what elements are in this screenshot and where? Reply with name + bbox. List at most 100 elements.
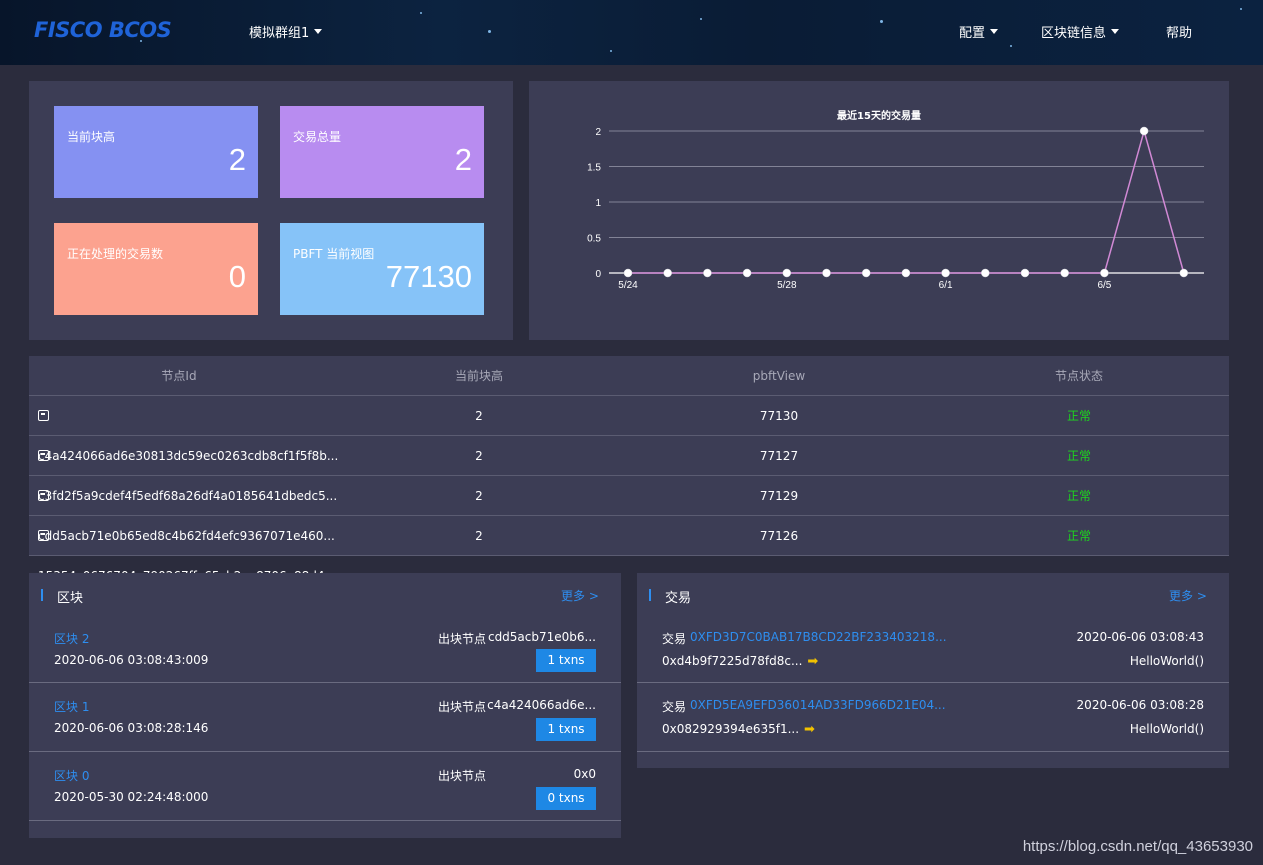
block-txns-badge[interactable]: 1 txns (536, 718, 596, 741)
block-list-item: 区块 2 2020-06-06 03:08:43:009 出块节点 cdd5ac… (29, 616, 621, 683)
data-point (941, 268, 950, 278)
stat-value: 2 (454, 142, 472, 177)
data-point (981, 268, 990, 278)
stat-value: 0 (228, 259, 246, 294)
tx-hash-link[interactable]: 0XFD5EA9EFD36014AD33FD966D21E04... (690, 698, 946, 712)
block-link[interactable]: 区块 0 (54, 767, 89, 784)
tx-method: HelloWorld() (1129, 722, 1204, 736)
group-selector-dropdown[interactable]: 模拟群组1 (249, 22, 323, 41)
transaction-list-item: 交易 0XFD5EA9EFD36014AD33FD966D21E04... 0x… (637, 684, 1229, 752)
stat-value: 2 (228, 142, 246, 177)
pbft-view-cell: 77130 (759, 409, 799, 423)
caret-down-icon (314, 29, 323, 34)
caret-down-icon (1111, 29, 1120, 34)
tx-time: 2020-06-06 03:08:28 (1076, 698, 1204, 712)
tx-from-row: 0xd4b9f7225d78fd8c... ➡ (662, 654, 818, 669)
block-txns-badge[interactable]: 1 txns (536, 649, 596, 672)
transactions-more-link[interactable]: 更多 > (1169, 587, 1207, 604)
y-tick-label: 1 (595, 198, 601, 209)
blocks-panel: 区块 更多 > 区块 2 2020-06-06 03:08:43:009 出块节… (29, 573, 621, 838)
node-icon (38, 490, 49, 501)
tx-method: HelloWorld() (1129, 654, 1204, 668)
block-time: 2020-05-30 02:24:48:000 (54, 790, 209, 804)
x-tick-label: 5/24 (618, 280, 638, 291)
nav-help-link[interactable]: 帮助 (1166, 22, 1192, 41)
y-tick-label: 0 (595, 269, 601, 280)
stat-card-block-height: 当前块高 2 (54, 106, 258, 198)
tx-hash-link[interactable]: 0XFD3D7C0BAB17B8CD22BF233403218... (690, 630, 947, 644)
tx-from-address: 0xd4b9f7225d78fd8c... (662, 654, 803, 668)
node-id-cell: cdd5acb71e0b65ed8c4b62fd4efc9367071e460.… (29, 476, 335, 543)
block-list-item: 区块 1 2020-06-06 03:08:28:146 出块节点 c4a424… (29, 684, 621, 752)
fisco-bcos-logo[interactable]: FISCO BCOS (34, 18, 172, 42)
data-point (1100, 268, 1109, 278)
nav-config-menu[interactable]: 配置 (959, 22, 999, 41)
data-point (861, 268, 871, 278)
nav-config-label: 配置 (959, 26, 986, 41)
block-producer-value: c4a424066ad6e... (487, 698, 596, 712)
y-tick-label: 2 (595, 127, 601, 138)
node-icon (38, 410, 49, 421)
nav-help-label: 帮助 (1166, 26, 1193, 41)
block-time: 2020-06-06 03:08:28:146 (54, 721, 209, 735)
tx-from-address: 0x082929394e635f1... (662, 722, 800, 736)
block-producer-value: cdd5acb71e0b6... (487, 630, 596, 644)
tx-label: 交易 (662, 700, 687, 714)
pbft-view-cell: 77129 (759, 489, 799, 503)
block-link[interactable]: 区块 1 (54, 698, 89, 715)
data-point (1060, 268, 1069, 278)
block-link[interactable]: 区块 2 (54, 630, 89, 647)
block-height-cell: 2 (475, 449, 483, 463)
tx-chart-panel: 最近15天的交易量 0 0.5 1 1.5 2 5/24 5/28 6/1 6/5 (529, 81, 1229, 340)
block-producer-label: 出块节点 (438, 700, 487, 714)
column-header-node-status: 节点状态 (1054, 369, 1103, 383)
y-tick-label: 1.5 (587, 163, 601, 174)
data-point (1139, 126, 1149, 136)
block-producer-label: 出块节点 (438, 769, 487, 783)
watermark: https://blog.csdn.net/qq_43653930 (1022, 838, 1253, 855)
node-status-cell: 正常 (1066, 529, 1091, 543)
y-tick-label: 0.5 (587, 234, 601, 245)
stat-value: 77130 (385, 259, 472, 294)
data-point (623, 268, 633, 278)
caret-down-icon (990, 29, 999, 34)
nav-chain-info-menu[interactable]: 区块链信息 (1041, 22, 1120, 41)
blocks-more-link[interactable]: 更多 > (561, 587, 599, 604)
tx-volume-chart: 最近15天的交易量 0 0.5 1 1.5 2 5/24 5/28 6/1 6/5 (587, 109, 1204, 291)
column-header-pbft-view: pbftView (752, 369, 806, 383)
stats-panel: 当前块高 2 交易总量 2 正在处理的交易数 0 PBFT 当前视图 77130 (29, 81, 513, 340)
node-id-cell: 15354c0676704c790267ffa65cb2aa8706a88d4.… (29, 516, 336, 583)
stat-card-pending-tx: 正在处理的交易数 0 (54, 223, 258, 315)
chart-title: 最近15天的交易量 (837, 109, 921, 122)
block-height-cell: 2 (475, 409, 483, 423)
pbft-view-cell: 77126 (759, 529, 799, 543)
block-height-cell: 2 (475, 489, 483, 503)
data-point (742, 268, 752, 278)
group-selector-label: 模拟群组1 (249, 26, 310, 41)
node-status-cell: 正常 (1066, 489, 1091, 503)
table-row: cdd5acb71e0b65ed8c4b62fd4efc9367071e460.… (29, 476, 1229, 543)
arrow-right-icon: ➡ (807, 654, 819, 669)
stat-card-tx-total: 交易总量 2 (280, 106, 484, 198)
transactions-panel: 交易 更多 > 交易 0XFD3D7C0BAB17B8CD22BF2334032… (637, 573, 1229, 768)
data-point (901, 268, 911, 278)
tx-label: 交易 (662, 632, 687, 646)
transactions-panel-title: 交易 (649, 587, 691, 606)
star-decoration (610, 50, 612, 52)
transaction-list-item: 交易 0XFD3D7C0BAB17B8CD22BF233403218... 0x… (637, 616, 1229, 683)
block-txns-badge[interactable]: 0 txns (536, 787, 596, 810)
node-icon (38, 450, 49, 461)
x-tick-label: 6/1 (939, 280, 953, 291)
tx-time: 2020-06-06 03:08:43 (1076, 630, 1204, 644)
data-point (1020, 268, 1030, 278)
block-time: 2020-06-06 03:08:43:009 (54, 653, 209, 667)
stat-label: 当前块高 (67, 130, 116, 144)
node-table: 节点Id 当前块高 pbftView 节点状态 c4a424066ad6e308… (29, 356, 1229, 583)
star-decoration (1240, 8, 1242, 10)
x-tick-label: 6/5 (1097, 280, 1111, 291)
column-header-node-id: 节点Id (161, 369, 197, 383)
data-point (663, 268, 672, 278)
nav-chain-info-label: 区块链信息 (1041, 26, 1107, 41)
table-row: 15354c0676704c790267ffa65cb2aa8706a88d4.… (29, 516, 1229, 583)
star-decoration (880, 20, 883, 23)
